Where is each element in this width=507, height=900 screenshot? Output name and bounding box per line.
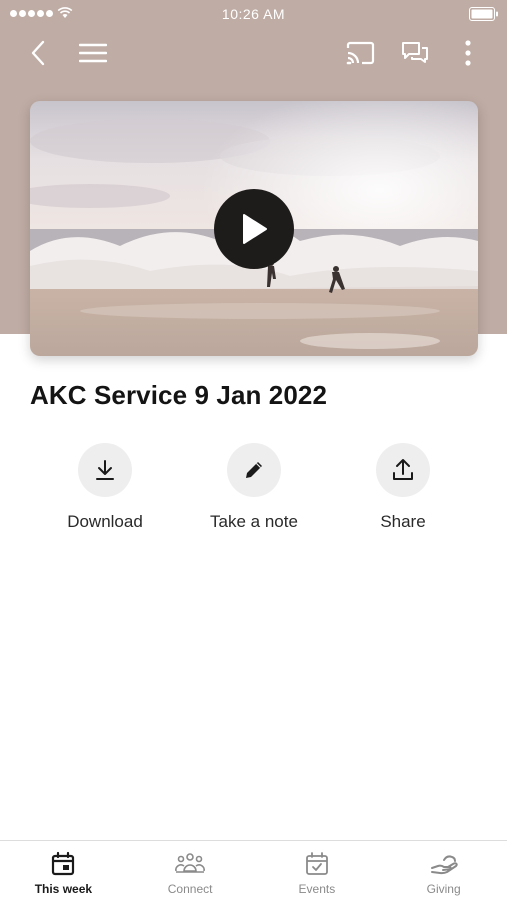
more-vertical-icon xyxy=(465,40,471,66)
tab-connect[interactable]: Connect xyxy=(127,841,254,900)
action-row: Download Take a note Share xyxy=(30,443,478,543)
video-player[interactable] xyxy=(30,101,478,356)
download-label: Download xyxy=(67,512,143,531)
hamburger-menu-icon xyxy=(79,43,107,63)
people-icon xyxy=(175,853,206,873)
back-button[interactable] xyxy=(21,36,55,70)
chat-button[interactable] xyxy=(398,36,432,70)
tab-giving[interactable]: Giving xyxy=(380,841,507,900)
share-circle[interactable] xyxy=(376,443,430,497)
calendar-check-icon xyxy=(305,852,328,875)
tab-events[interactable]: Events xyxy=(254,841,381,900)
share-label: Share xyxy=(380,512,426,531)
tab-this-week[interactable]: This week xyxy=(0,841,127,900)
more-options-button[interactable] xyxy=(451,36,485,70)
cast-button[interactable] xyxy=(343,36,377,70)
menu-button[interactable] xyxy=(76,36,110,70)
play-icon xyxy=(243,214,267,244)
tab-label: Giving xyxy=(426,882,461,896)
download-circle[interactable] xyxy=(78,443,132,497)
calendar-icon xyxy=(52,851,75,876)
battery-icon xyxy=(469,7,499,26)
download-icon xyxy=(96,460,114,480)
share-icon xyxy=(393,459,413,480)
chat-bubbles-icon xyxy=(402,42,428,63)
chevron-left-icon xyxy=(31,40,45,66)
download-button[interactable]: Download xyxy=(30,443,180,532)
giving-hand-icon xyxy=(430,855,458,875)
bottom-tab-bar: This week Connect Events Giving xyxy=(0,840,507,900)
tab-label: This week xyxy=(34,882,93,896)
share-button[interactable]: Share xyxy=(328,443,478,532)
take-note-button[interactable]: Take a note xyxy=(179,443,329,532)
pencil-icon xyxy=(246,462,262,478)
sermon-title: AKC Service 9 Jan 2022 xyxy=(30,380,328,410)
tab-label: Events xyxy=(298,882,336,896)
play-button[interactable] xyxy=(214,189,294,269)
take-note-circle[interactable] xyxy=(227,443,281,497)
take-note-label: Take a note xyxy=(210,512,298,531)
status-time: 10:26 AM xyxy=(221,6,286,22)
top-navigation xyxy=(0,30,507,74)
cast-icon xyxy=(346,41,375,65)
status-bar: 10:26 AM xyxy=(0,0,507,28)
tab-label: Connect xyxy=(167,882,213,896)
